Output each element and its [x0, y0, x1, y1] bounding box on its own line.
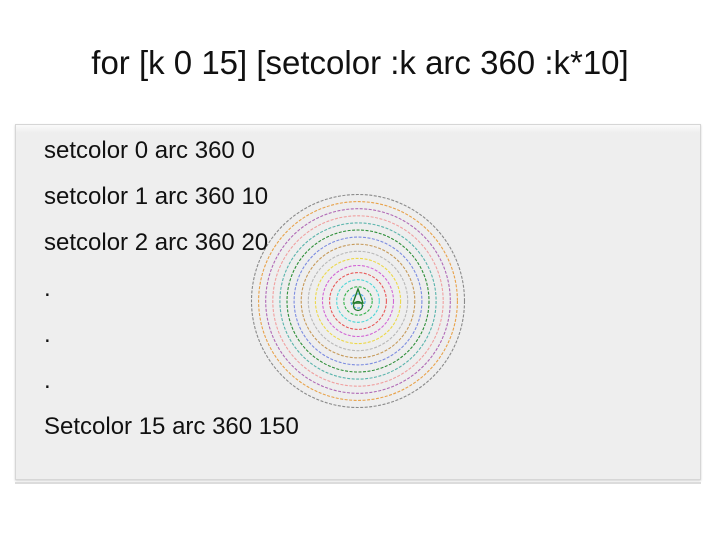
code-line: setcolor 1 arc 360 10: [44, 183, 269, 210]
code-line: setcolor 2 arc 360 20: [44, 229, 269, 256]
panel-bottom-divider: [15, 482, 701, 484]
turtle-graphics-panel: setcolor 0 arc 360 0 setcolor 1 arc 360 …: [15, 124, 701, 480]
code-line: .: [44, 321, 51, 348]
slide-title: for [k 0 15] [setcolor :k arc 360 :k*10]: [91, 44, 629, 81]
code-listing: setcolor 0 arc 360 0 setcolor 1 arc 360 …: [44, 135, 299, 457]
code-line: setcolor 0 arc 360 0: [44, 137, 255, 164]
code-line: Setcolor 15 arc 360 150: [44, 413, 299, 440]
code-line: .: [44, 367, 51, 394]
code-line: .: [44, 275, 51, 302]
